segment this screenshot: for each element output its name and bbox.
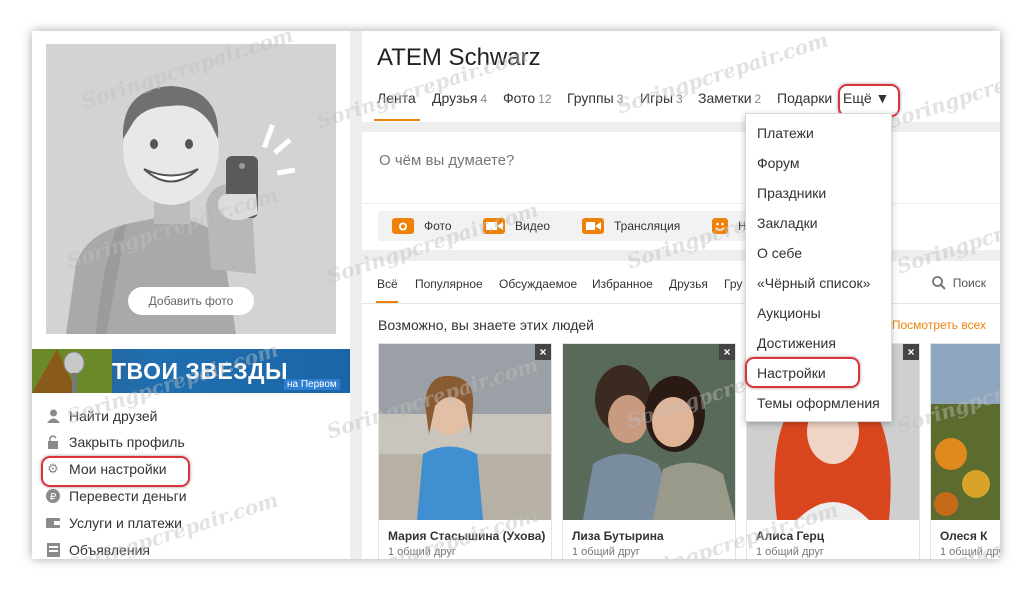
menu-item-services-payments[interactable]: Услуги и платежи bbox=[46, 512, 182, 534]
feed-tab-popular[interactable]: Популярное bbox=[415, 277, 483, 291]
video-button-label: Видео bbox=[515, 219, 551, 233]
composer-input[interactable]: О чём вы думаете? bbox=[379, 152, 514, 169]
person-photo bbox=[563, 344, 735, 520]
person-name[interactable]: Олеся К bbox=[940, 529, 988, 543]
person-card[interactable]: × Мария Стасышина (Ухова) 1 общий друг bbox=[378, 343, 552, 559]
dismiss-card-button[interactable]: × bbox=[535, 344, 551, 360]
search-icon bbox=[931, 276, 946, 290]
feed-tab-friends[interactable]: Друзья bbox=[669, 277, 708, 291]
dropdown-item-blacklist[interactable]: «Чёрный список» bbox=[757, 275, 870, 291]
dropdown-item-achievements[interactable]: Достижения bbox=[757, 335, 836, 351]
svg-text:₽: ₽ bbox=[50, 492, 57, 503]
wallet-icon bbox=[46, 516, 60, 530]
person-name[interactable]: Алиса Герц bbox=[756, 529, 824, 543]
video-icon bbox=[483, 218, 505, 234]
tab-photos[interactable]: Фото 12 bbox=[503, 90, 552, 106]
dropdown-item-payments[interactable]: Платежи bbox=[757, 125, 814, 141]
tab-gifts[interactable]: Подарки bbox=[777, 90, 832, 106]
smile-icon bbox=[712, 218, 728, 234]
profile-header: ATEM Schwarz Лента Друзья 4 Фото 12 Группы… bbox=[362, 31, 1000, 122]
highlight-settings-item bbox=[745, 357, 860, 388]
divider bbox=[362, 203, 1000, 204]
broadcast-button-label: Трансляция bbox=[614, 219, 681, 233]
banner-subtitle: на Первом bbox=[284, 379, 340, 390]
person-name[interactable]: Мария Стасышина (Ухова) bbox=[388, 529, 545, 543]
feed-tab-all[interactable]: Всё bbox=[377, 277, 398, 291]
people-section-title: Возможно, вы знаете этих людей bbox=[378, 317, 594, 333]
menu-item-label: Перевести деньги bbox=[69, 488, 187, 504]
divider bbox=[362, 303, 1000, 304]
menu-item-label: Объявления bbox=[69, 542, 150, 558]
profile-name: ATEM Schwarz bbox=[377, 44, 541, 71]
photo-button[interactable]: Фото bbox=[378, 211, 475, 241]
tab-feed[interactable]: Лента bbox=[377, 90, 416, 106]
dropdown-item-forum[interactable]: Форум bbox=[757, 155, 800, 171]
video-button[interactable]: Видео bbox=[469, 211, 568, 241]
banner-title: ТВОИ ЗВЕЗДЫ bbox=[112, 358, 289, 384]
person-mutual-friends: 1 общий друг bbox=[572, 546, 640, 558]
post-composer: О чём вы думаете? Фото Видео Трансляция … bbox=[362, 132, 1000, 250]
feed-search-label: Поиск bbox=[952, 276, 986, 290]
person-photo bbox=[379, 344, 551, 520]
tab-active-indicator bbox=[374, 119, 420, 121]
feed-tab-favorites[interactable]: Избранное bbox=[592, 277, 653, 291]
stars-banner[interactable]: ТВОИ ЗВЕЗДЫ на Первом bbox=[32, 349, 350, 393]
left-column: Добавить фото ТВОИ ЗВЕЗДЫ на Первом Найт… bbox=[32, 31, 350, 559]
tab-groups[interactable]: Группы 3 bbox=[567, 90, 623, 106]
dropdown-item-about[interactable]: О себе bbox=[757, 245, 802, 261]
broadcast-button[interactable]: Трансляция bbox=[568, 211, 700, 241]
photo-button-label: Фото bbox=[424, 219, 452, 233]
microphone-icon bbox=[32, 349, 112, 393]
avatar[interactable]: Добавить фото bbox=[46, 44, 336, 334]
feed-search[interactable]: Поиск bbox=[931, 276, 986, 290]
menu-item-ads[interactable]: Объявления bbox=[46, 539, 150, 559]
menu-item-close-profile[interactable]: Закрыть профиль bbox=[46, 431, 185, 453]
add-photo-button[interactable]: Добавить фото bbox=[128, 287, 254, 315]
feed-tab-groups[interactable]: Гру bbox=[724, 277, 742, 291]
menu-item-transfer-money[interactable]: ₽ Перевести деньги bbox=[46, 485, 187, 507]
person-card[interactable]: × Лиза Бутырина 1 общий друг bbox=[562, 343, 736, 559]
lock-icon bbox=[46, 435, 60, 449]
person-card[interactable]: Олеся К 1 общий друг bbox=[930, 343, 1000, 559]
see-all-link[interactable]: Посмотреть всех bbox=[892, 318, 986, 332]
highlight-my-settings bbox=[41, 456, 190, 487]
dismiss-card-button[interactable]: × bbox=[903, 344, 919, 360]
menu-item-label: Закрыть профиль bbox=[69, 434, 185, 450]
menu-item-label: Услуги и платежи bbox=[69, 515, 182, 531]
person-icon bbox=[46, 409, 60, 423]
person-mutual-friends: 1 общий друг bbox=[756, 546, 824, 558]
person-name[interactable]: Лиза Бутырина bbox=[572, 529, 664, 543]
person-photo bbox=[931, 344, 1000, 520]
menu-item-find-friends[interactable]: Найти друзей bbox=[46, 405, 158, 427]
dismiss-card-button[interactable]: × bbox=[719, 344, 735, 360]
dropdown-item-bookmarks[interactable]: Закладки bbox=[757, 215, 818, 231]
person-mutual-friends: 1 общий друг bbox=[940, 546, 1000, 558]
camera-icon bbox=[392, 218, 414, 234]
tab-friends[interactable]: Друзья 4 bbox=[432, 90, 487, 106]
dropdown-item-holidays[interactable]: Праздники bbox=[757, 185, 826, 201]
person-mutual-friends: 1 общий друг bbox=[388, 546, 456, 558]
ruble-icon: ₽ bbox=[46, 489, 60, 503]
dropdown-item-auctions[interactable]: Аукционы bbox=[757, 305, 821, 321]
dropdown-item-themes[interactable]: Темы оформления bbox=[757, 395, 880, 411]
menu-item-label: Найти друзей bbox=[69, 408, 158, 424]
feed-tab-discussed[interactable]: Обсуждаемое bbox=[499, 277, 577, 291]
broadcast-icon bbox=[582, 218, 604, 234]
feed: Всё Популярное Обсуждаемое Избранное Дру… bbox=[362, 261, 1000, 559]
ads-icon bbox=[46, 543, 60, 557]
tab-games[interactable]: Игры 3 bbox=[640, 90, 683, 106]
tab-notes[interactable]: Заметки 2 bbox=[698, 90, 761, 106]
